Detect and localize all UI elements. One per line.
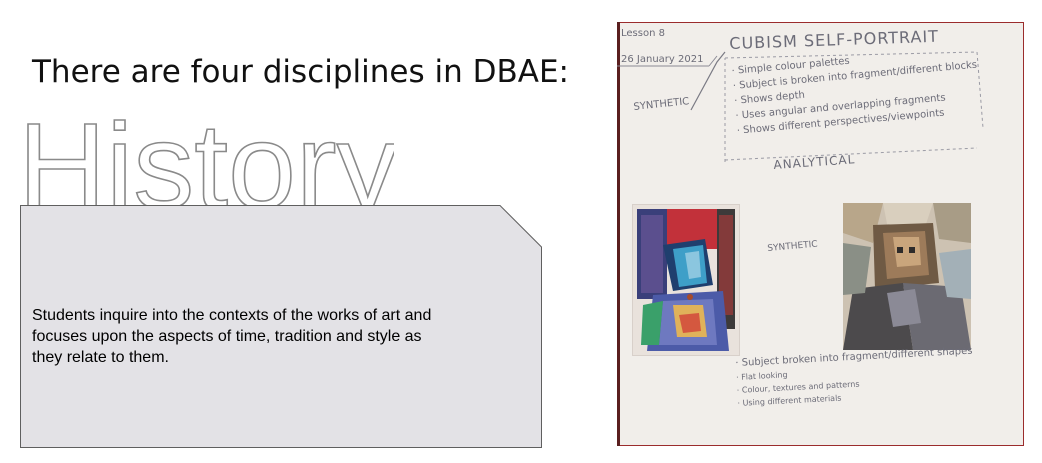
description-text: Students inquire into the contexts of th… (32, 305, 512, 368)
slide-heading: There are four disciplines in DBAE: (32, 54, 569, 90)
description-line: focuses upon the aspects of time, tradit… (32, 328, 422, 345)
notebook-photo: Lesson 8 26 January 2021 CUBISM SELF-POR… (617, 22, 1024, 446)
artwork-synthetic (633, 205, 739, 355)
description-line: they relate to them. (32, 349, 169, 366)
artwork-analytical (843, 203, 971, 350)
bottom-notes: · Subject broken into fragment/different… (735, 344, 975, 410)
description-line: Students inquire into the contexts of th… (32, 307, 432, 324)
label-synthetic-mid: SYNTHETIC (767, 239, 819, 254)
